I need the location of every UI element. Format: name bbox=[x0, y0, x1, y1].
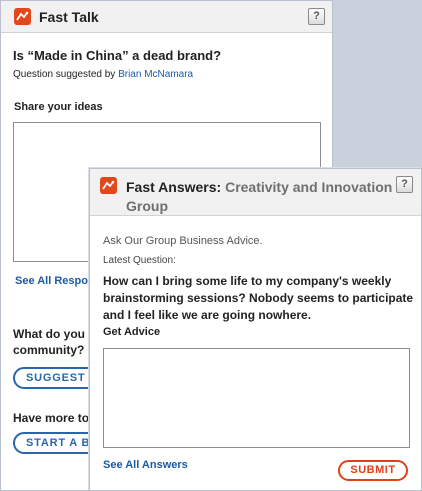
suggested-prefix: Question suggested by bbox=[13, 69, 116, 80]
fast-talk-question: Is “Made in China” a dead brand? bbox=[13, 48, 222, 63]
fast-answers-group-name: Creativity and Innovation bbox=[225, 179, 393, 195]
fast-answers-panel: Fast Answers: Creativity and Innovation … bbox=[89, 168, 422, 491]
community-question: What do you community? bbox=[13, 326, 85, 358]
suggested-author-link[interactable]: Brian McNamara bbox=[118, 69, 193, 80]
latest-question-text: How can I bring some life to my company'… bbox=[103, 273, 415, 324]
fast-talk-help-icon[interactable]: ? bbox=[308, 8, 325, 25]
share-ideas-label: Share your ideas bbox=[14, 101, 103, 113]
get-advice-label: Get Advice bbox=[103, 326, 161, 338]
fast-answers-title: Fast Answers: Creativity and Innovation … bbox=[126, 178, 396, 216]
fast-answers-title-strong: Fast Answers: bbox=[126, 179, 222, 195]
fast-talk-logo-icon bbox=[14, 8, 31, 25]
fast-talk-title: Fast Talk bbox=[39, 9, 99, 25]
question-line-1: How can I bring some life to my company'… bbox=[103, 274, 392, 288]
get-advice-textarea[interactable] bbox=[103, 348, 410, 448]
latest-question-label: Latest Question: bbox=[103, 255, 176, 266]
question-suggested-by: Question suggested by Brian McNamara bbox=[13, 69, 193, 80]
question-line-2: brainstorming sessions? Nobody seems to … bbox=[103, 291, 414, 305]
see-all-responses-link[interactable]: See All Respo bbox=[15, 275, 88, 287]
community-line-2: community? bbox=[13, 343, 85, 357]
see-all-answers-link[interactable]: See All Answers bbox=[103, 459, 188, 471]
ask-group-intro: Ask Our Group Business Advice. bbox=[103, 235, 263, 247]
fast-answers-help-icon[interactable]: ? bbox=[396, 176, 413, 193]
fast-answers-group-name-line2: Group bbox=[126, 198, 168, 214]
fast-answers-logo-icon bbox=[100, 177, 117, 194]
fast-answers-header: Fast Answers: Creativity and Innovation … bbox=[90, 169, 421, 216]
submit-button[interactable]: SUBMIT bbox=[338, 460, 408, 481]
community-line-1: What do you bbox=[13, 327, 85, 341]
fast-talk-header: Fast Talk ? bbox=[1, 1, 332, 33]
have-more-label: Have more to bbox=[13, 411, 90, 425]
question-line-3: and I feel like we are going nowhere. bbox=[103, 308, 312, 322]
